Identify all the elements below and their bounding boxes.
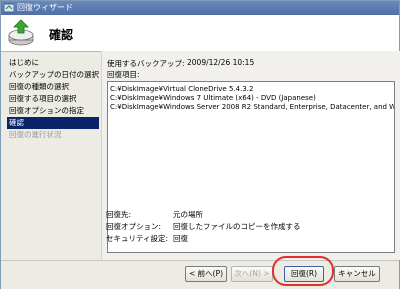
step-select-items[interactable]: 回復する項目の選択 <box>7 93 99 105</box>
recovery-wizard-window: 回復ウィザード 確認 はじめに バックアップの日付の選択 回復の種類の選択 回復… <box>0 0 400 289</box>
summary-label: 回復オプション: <box>106 222 162 231</box>
list-item[interactable]: C:¥DiskImage¥Virtual CloneDrive 5.4.3.2 <box>108 85 394 94</box>
summary-row-security: セキュリティ設定: 回復 <box>106 233 188 244</box>
app-icon <box>4 3 14 13</box>
backup-label: 使用するバックアップ: <box>107 59 185 68</box>
wizard-steps: はじめに バックアップの日付の選択 回復の種類の選択 回復する項目の選択 回復オ… <box>7 57 99 141</box>
list-item[interactable]: C:¥DiskImage¥Windows Server 2008 R2 Stan… <box>108 103 394 112</box>
back-button[interactable]: < 前へ(P) <box>185 266 227 282</box>
page-title: 確認 <box>49 28 74 42</box>
summary-value: 回復 <box>173 234 188 243</box>
items-label: 回復項目: <box>107 70 140 79</box>
step-recovery-type[interactable]: 回復の種類の選択 <box>7 81 99 93</box>
step-confirm[interactable]: 確認 <box>7 117 99 129</box>
summary-value: 回復したファイルのコピーを作成する <box>173 222 301 231</box>
recovery-drive-icon <box>8 19 34 46</box>
summary-label: 回復先: <box>106 210 132 219</box>
cancel-button[interactable]: キャンセル <box>334 266 380 282</box>
summary-row-destination: 回復先: 元の場所 <box>106 209 203 220</box>
next-button: 次へ(N) > <box>231 266 273 282</box>
list-item[interactable]: C:¥DiskImage¥Windows 7 Ultimate (x64) - … <box>108 94 394 103</box>
step-recovery-options[interactable]: 回復オプションの指定 <box>7 105 99 117</box>
summary-label: セキュリティ設定: <box>106 234 169 243</box>
summary-row-options: 回復オプション: 回復したファイルのコピーを作成する <box>106 221 301 232</box>
button-bar: < 前へ(P) 次へ(N) > 回復(R) キャンセル <box>1 260 399 289</box>
title-bar[interactable]: 回復ウィザード <box>1 1 399 15</box>
backup-value: 2009/12/26 10:15 <box>187 58 255 67</box>
window-title: 回復ウィザード <box>17 3 73 12</box>
wizard-header: 確認 <box>1 15 399 52</box>
step-select-date[interactable]: バックアップの日付の選択 <box>7 69 99 81</box>
summary-value: 元の場所 <box>173 210 203 219</box>
step-progress: 回復の進行状況 <box>9 130 62 139</box>
step-intro[interactable]: はじめに <box>7 57 99 69</box>
recover-button-highlight <box>272 256 334 286</box>
